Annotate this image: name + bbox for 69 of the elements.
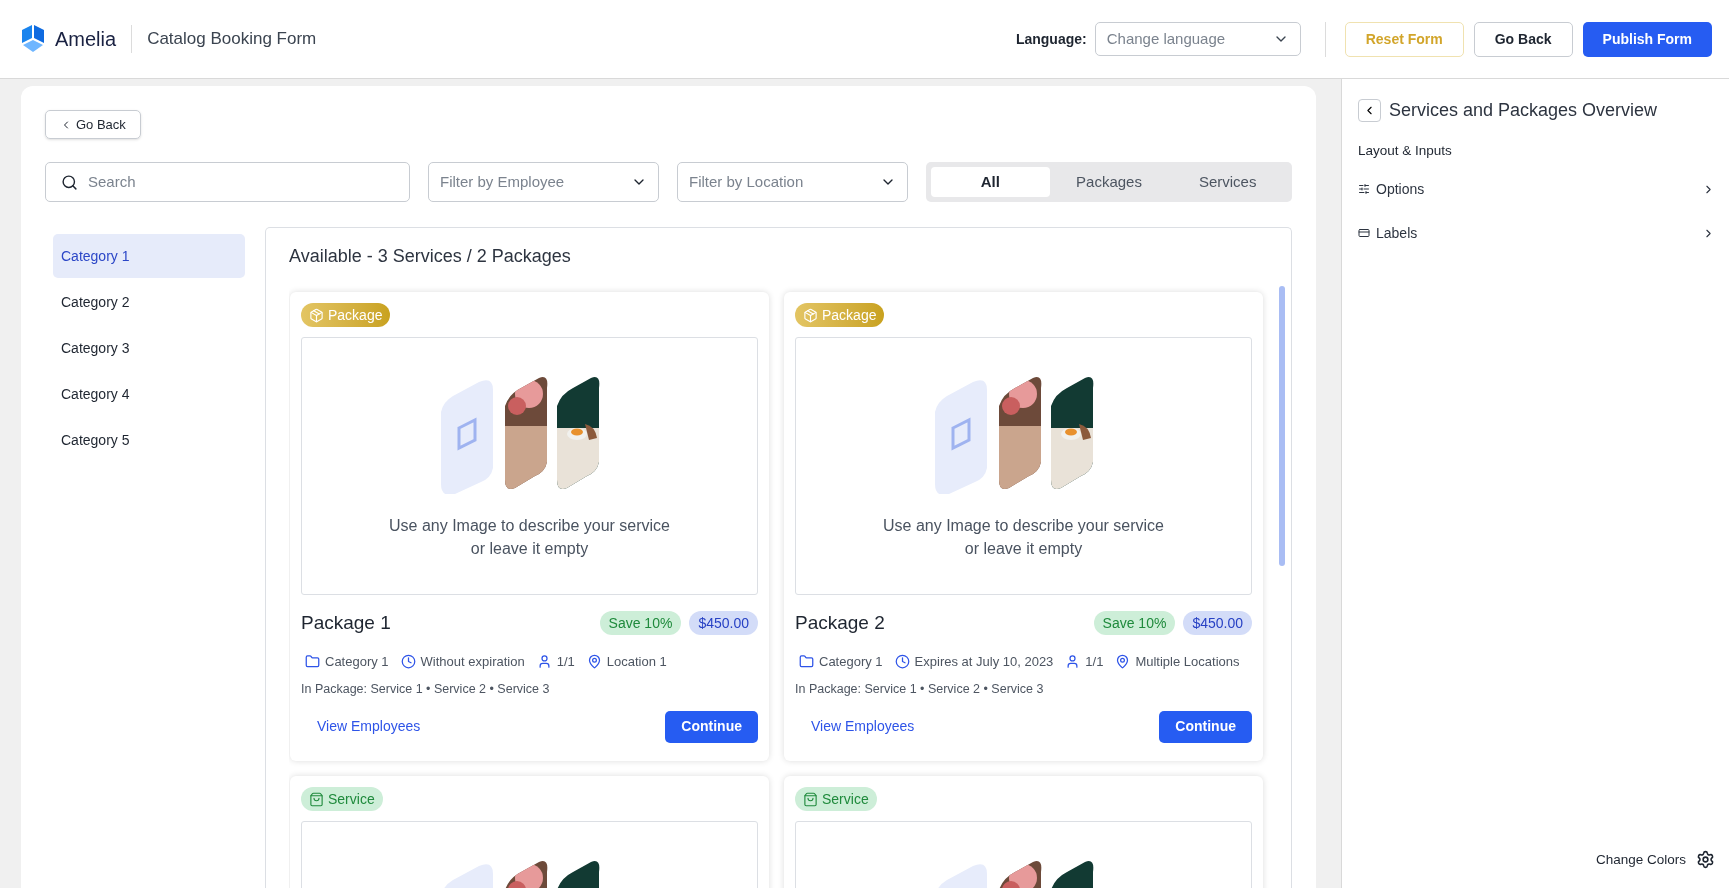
package-badge: Package — [301, 303, 391, 327]
page-title: Catalog Booking Form — [147, 28, 317, 51]
bag-icon — [309, 791, 324, 807]
continue-button[interactable]: Continue — [665, 710, 758, 743]
category-item[interactable]: Category 2 — [53, 280, 245, 324]
user-icon — [1065, 653, 1081, 669]
continue-button[interactable]: Continue — [1159, 710, 1252, 743]
package-contents: In Package: Service 1 • Service 2 • Service 3 — [301, 681, 551, 698]
clock-icon — [400, 653, 416, 669]
meta-text: Category 1 — [325, 652, 389, 671]
category-item[interactable]: Category 5 — [53, 418, 245, 462]
meta-text: Without expiration — [420, 652, 525, 671]
scrollbar[interactable] — [1279, 286, 1285, 566]
filter-dropdown[interactable]: Filter by Location — [677, 162, 908, 202]
price-badge: $450.00 — [1183, 611, 1252, 636]
service-badge: Service — [301, 787, 383, 811]
folder-icon — [305, 653, 320, 669]
location-pin-icon — [586, 653, 602, 669]
card-title: Package 2 — [795, 611, 885, 635]
section-heading: Layout & Inputs — [1358, 142, 1453, 160]
discount-badge: Save 10% — [599, 611, 682, 636]
card-title: Package 1 — [301, 611, 391, 635]
panel-title: Services and Packages Overview — [1389, 99, 1658, 122]
image-hint: Use any Image to describe your service or leave it empty — [882, 516, 1165, 559]
brand-name: Amelia — [55, 27, 117, 52]
sliders-icon — [1358, 183, 1370, 196]
image-hint: Use any Image to describe your service or leave it empty — [388, 516, 671, 559]
view-tab[interactable]: Packages — [1049, 167, 1169, 197]
logo-icon — [20, 25, 46, 53]
folder-icon — [799, 653, 814, 669]
category-item[interactable]: Category 3 — [53, 326, 245, 370]
box-icon — [803, 307, 818, 323]
settings-icon[interactable] — [1696, 850, 1715, 870]
service-badge: Service — [795, 787, 877, 811]
clock-icon — [894, 653, 910, 669]
change-colors-label[interactable]: Change Colors — [1595, 849, 1686, 870]
view-tab[interactable]: Services — [1168, 167, 1287, 197]
box-icon — [309, 307, 324, 323]
discount-badge: Save 10% — [1093, 611, 1176, 636]
meta-text: 1/1 — [1085, 652, 1104, 671]
meta-text: Category 1 — [819, 652, 883, 671]
header-button[interactable]: Go Back — [1473, 21, 1573, 57]
results-title: Available - 3 Services / 2 Packages — [289, 245, 572, 268]
header-button[interactable]: Publish Form — [1582, 21, 1712, 57]
panel-back-button[interactable] — [1358, 99, 1381, 122]
package-contents: In Package: Service 1 • Service 2 • Service 3 — [795, 681, 1045, 698]
meta-text: 1/1 — [556, 652, 575, 671]
meta-text: Multiple Locations — [1135, 652, 1240, 671]
meta-text: Expires at July 10, 2023 — [914, 652, 1054, 671]
settings-row[interactable]: Labels — [1358, 221, 1715, 246]
view-tab[interactable]: All — [931, 167, 1050, 197]
search-icon — [61, 173, 78, 191]
price-badge: $450.00 — [689, 611, 758, 636]
category-item[interactable]: Category 1 — [53, 234, 245, 278]
filter-dropdown[interactable]: Filter by Employee — [428, 162, 659, 202]
user-icon — [536, 653, 552, 669]
go-back-button[interactable]: Go Back — [45, 110, 141, 139]
package-badge: Package — [795, 303, 885, 327]
settings-row[interactable]: Options — [1358, 177, 1715, 202]
bag-icon — [803, 791, 818, 807]
language-label: Language: — [1015, 29, 1087, 49]
search-field[interactable]: Search — [45, 162, 410, 202]
location-pin-icon — [1115, 653, 1131, 669]
label-card-icon — [1358, 227, 1370, 240]
category-item[interactable]: Category 4 — [53, 372, 245, 416]
language-select[interactable]: Change language — [1094, 22, 1301, 56]
meta-text: Location 1 — [606, 652, 667, 671]
view-employees-link[interactable]: View Employees — [317, 716, 421, 738]
view-employees-link[interactable]: View Employees — [811, 716, 915, 738]
